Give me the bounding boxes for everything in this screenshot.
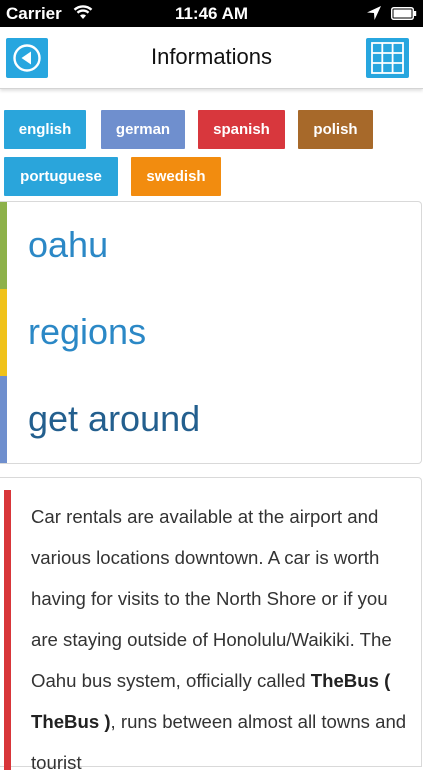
language-button-portuguese[interactable]: portuguese (4, 157, 118, 196)
description-text-start: Car rentals are available at the airport… (31, 506, 392, 691)
menu-item-label: get around (28, 398, 201, 439)
location-arrow-icon (367, 6, 381, 20)
menu-item-get-around[interactable]: get around (0, 376, 421, 463)
status-time: 11:46 AM (174, 4, 249, 23)
topic-menu: oahu regions get around (0, 201, 422, 464)
page-title: Informations (150, 44, 273, 69)
language-button-polish[interactable]: polish (298, 110, 373, 149)
menu-accent-bar (0, 289, 7, 376)
menu-item-label: regions (28, 311, 147, 352)
menu-item-oahu[interactable]: oahu (0, 202, 421, 289)
description-text: Car rentals are available at the airport… (31, 496, 414, 783)
description-card: Car rentals are available at the airport… (0, 477, 422, 773)
menu-accent-bar (0, 202, 7, 289)
navigation-bar: Informations (0, 27, 423, 89)
language-button-english[interactable]: english (4, 110, 86, 149)
grid-icon (371, 42, 404, 74)
language-button-swedish[interactable]: swedish (131, 157, 221, 196)
menu-item-label: oahu (28, 224, 109, 265)
grid-menu-button[interactable] (366, 38, 409, 78)
language-button-german[interactable]: german (101, 110, 185, 149)
back-arrow-icon (13, 44, 41, 72)
back-button[interactable] (6, 38, 48, 78)
battery-icon (391, 7, 417, 20)
menu-accent-bar (0, 376, 7, 463)
status-bar: Carrier 11:46 AM (0, 0, 423, 27)
menu-item-regions[interactable]: regions (0, 289, 421, 376)
description-accent-bar (4, 490, 11, 770)
language-button-spanish[interactable]: spanish (198, 110, 285, 149)
